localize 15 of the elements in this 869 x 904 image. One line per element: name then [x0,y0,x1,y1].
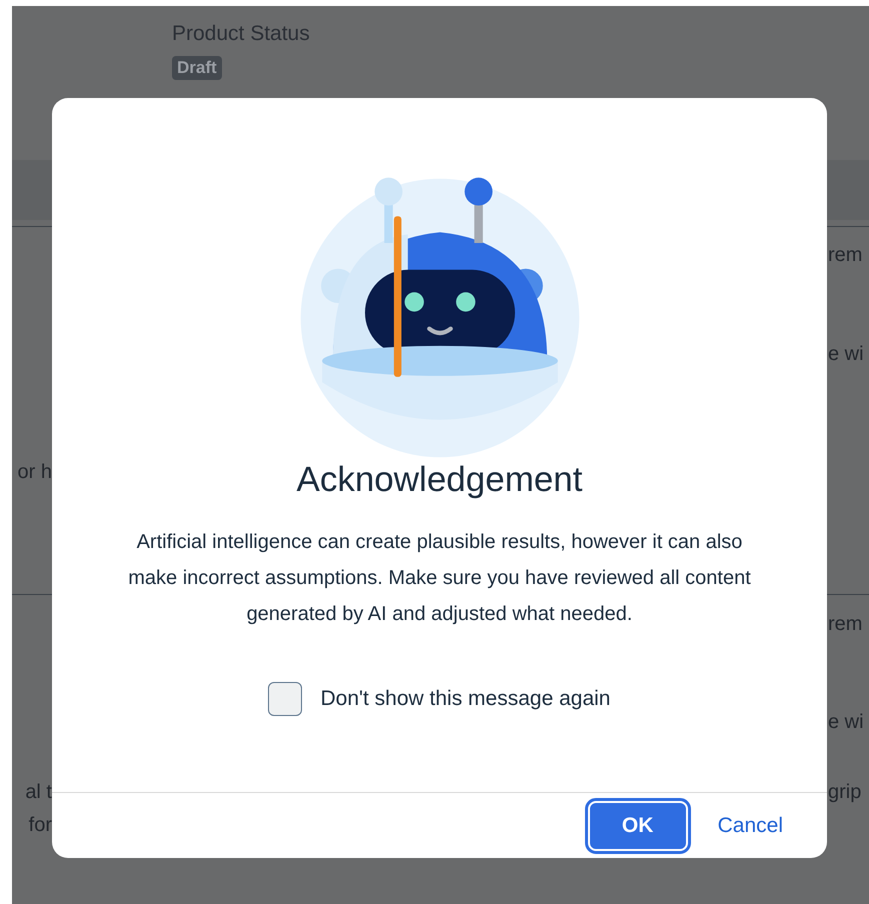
dialog-message: Artificial intelligence can create plausible results, however it can also make incorrect assumptions. Make sure you have reviewed all content generated by AI and adjusted what needed. [127,530,752,627]
background-text: for [28,814,52,837]
background-text: e wi [828,711,864,734]
background-text: rem [828,244,862,267]
background-text: grip [828,781,862,804]
checkbox-label: Don't show this message again [320,687,610,711]
checkbox[interactable] [268,682,302,716]
status-badge: Draft [172,56,222,80]
background-text: or h [16,461,52,484]
background-text: rem [828,613,862,636]
cancel-button[interactable]: Cancel [718,806,783,846]
background-text: al t [24,781,52,804]
background-text: e wi [828,343,864,366]
field-label: Product Status [172,22,310,46]
dialog-title: Acknowledgement [296,460,582,500]
